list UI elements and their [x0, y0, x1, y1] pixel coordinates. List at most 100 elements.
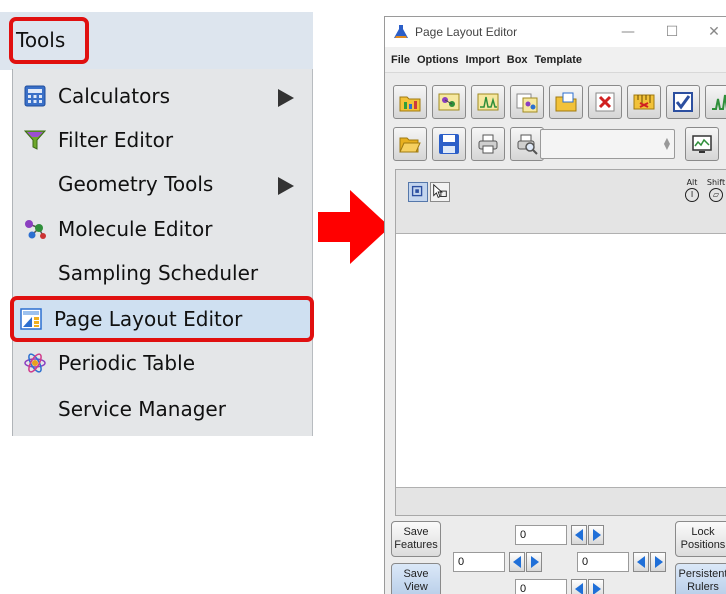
- offset-left-field[interactable]: 0: [453, 552, 505, 572]
- app-flask-icon: [394, 25, 408, 38]
- page-drawing-area[interactable]: [396, 233, 726, 488]
- toolbar-delete-box-button[interactable]: [588, 85, 622, 119]
- toolbar-preview-button[interactable]: [685, 127, 719, 161]
- pointer-icon: [433, 183, 447, 199]
- ruler-icon: [633, 94, 655, 110]
- persistent-rulers-button[interactable]: Persistent Rulers: [675, 563, 726, 594]
- offset-left-stepper[interactable]: [509, 552, 543, 572]
- pointer-mode-button[interactable]: [430, 182, 450, 202]
- menu-item-label: Page Layout Editor: [54, 307, 243, 331]
- right-arrow-icon[interactable]: [526, 552, 542, 572]
- zoom-select[interactable]: ▲ ▼: [540, 129, 675, 159]
- lock-positions-button[interactable]: Lock Positions: [675, 521, 726, 557]
- lock-positions-label: Lock Positions: [680, 526, 726, 551]
- menu-item-page-layout-editor[interactable]: Page Layout Editor: [10, 296, 314, 342]
- right-arrow-icon[interactable]: [650, 552, 666, 572]
- toolbar-open-template-button[interactable]: [393, 85, 427, 119]
- monitor-icon: [692, 135, 712, 153]
- menu-item-label: Calculators: [58, 84, 170, 108]
- menu-item-periodic-table[interactable]: Periodic Table: [14, 341, 310, 385]
- menu-file[interactable]: File: [385, 47, 412, 73]
- left-arrow-icon[interactable]: [633, 552, 649, 572]
- offset-bottom-stepper[interactable]: [571, 579, 605, 594]
- menu-item-label: Geometry Tools: [58, 172, 214, 196]
- menu-import[interactable]: Import: [461, 47, 502, 73]
- alt-key-indicator: Alt I: [681, 178, 703, 202]
- shift-key-label: Shift: [706, 178, 726, 187]
- peaks-icon: [712, 94, 726, 110]
- menu-item-sampling-scheduler[interactable]: Sampling Scheduler: [14, 251, 310, 295]
- menu-box[interactable]: Box: [502, 47, 530, 73]
- calculator-icon: [24, 85, 46, 107]
- save-view-label: Save View: [403, 568, 429, 593]
- submenu-arrow-icon: [278, 177, 294, 195]
- toolbar-ruler-button[interactable]: [627, 85, 661, 119]
- offset-top-field[interactable]: 0: [515, 525, 567, 545]
- toolbar-structure-box-button[interactable]: [510, 85, 544, 119]
- toolbar-spectrum-box-button[interactable]: [471, 85, 505, 119]
- structure-box-icon: [516, 93, 538, 113]
- toolbar-open-button[interactable]: [393, 127, 427, 161]
- offset-bottom-field[interactable]: 0: [515, 579, 567, 594]
- menu-item-label: Service Manager: [58, 397, 226, 421]
- spectrum-box-icon: [477, 93, 499, 111]
- window-titlebar: Page Layout Editor — ☐ ✕: [385, 17, 726, 47]
- persistent-rulers-label: Persistent Rulers: [678, 568, 726, 593]
- filter-icon: [24, 130, 46, 150]
- menu-item-service-manager[interactable]: Service Manager: [14, 387, 310, 431]
- select-mode-button[interactable]: [408, 182, 428, 202]
- toolbar-import-box-button[interactable]: [549, 85, 583, 119]
- maximize-button[interactable]: ☐: [657, 17, 687, 47]
- offset-right-field[interactable]: 0: [577, 552, 629, 572]
- menu-template[interactable]: Template: [530, 47, 584, 73]
- toolbar-print-preview-button[interactable]: [510, 127, 544, 161]
- menu-item-geometry-tools[interactable]: Geometry Tools: [14, 162, 310, 206]
- save-view-button[interactable]: Save View: [391, 563, 441, 594]
- right-arrow-icon[interactable]: [588, 579, 604, 594]
- menu-item-calculators[interactable]: Calculators: [14, 74, 310, 118]
- toolbar-peaks-button[interactable]: [705, 85, 726, 119]
- menu-item-molecule-editor[interactable]: Molecule Editor: [14, 207, 310, 251]
- toolbar-print-button[interactable]: [471, 127, 505, 161]
- delete-icon: [595, 92, 615, 112]
- save-features-label: Save Features: [394, 526, 438, 551]
- select-box-icon: [411, 185, 423, 197]
- offset-top-stepper[interactable]: [571, 525, 605, 545]
- import-folder-icon: [555, 92, 577, 112]
- menu-item-label: Filter Editor: [58, 128, 174, 152]
- tools-menu-title[interactable]: Tools: [9, 17, 89, 64]
- menu-options[interactable]: Options: [412, 47, 461, 73]
- alt-key-label: Alt: [686, 178, 698, 187]
- menu-item-label: Periodic Table: [58, 351, 195, 375]
- toolbar-save-button[interactable]: [432, 127, 466, 161]
- right-arrow-icon[interactable]: [588, 525, 604, 545]
- menu-item-label: Molecule Editor: [58, 217, 213, 241]
- save-icon: [439, 134, 459, 154]
- layout-canvas-panel: Alt I Shift ⏥: [395, 169, 726, 516]
- submenu-arrow-icon: [278, 89, 294, 107]
- menu-item-filter-editor[interactable]: Filter Editor: [14, 118, 310, 162]
- spinner-icon: ▲ ▼: [663, 136, 670, 151]
- window-menubar: File Options Import Box Template: [385, 47, 726, 73]
- toolbar-molecule-box-button[interactable]: [432, 85, 466, 119]
- molecule-box-icon: [438, 93, 460, 111]
- checkbox-icon: [673, 92, 693, 112]
- left-arrow-icon[interactable]: [571, 525, 587, 545]
- left-arrow-icon[interactable]: [571, 579, 587, 594]
- printer-icon: [478, 134, 498, 154]
- save-features-button[interactable]: Save Features: [391, 521, 441, 557]
- offset-right-stepper[interactable]: [633, 552, 667, 572]
- menu-item-label: Sampling Scheduler: [58, 261, 259, 285]
- left-arrow-icon[interactable]: [509, 552, 525, 572]
- toolbar-checkbox-button[interactable]: [666, 85, 700, 119]
- open-folder-icon: [399, 137, 421, 153]
- page-layout-icon: [20, 308, 42, 330]
- molecule-icon: [25, 220, 46, 239]
- print-preview-icon: [517, 134, 538, 155]
- atom-icon: [24, 353, 46, 373]
- red-arrow-icon: [318, 190, 390, 264]
- minimize-button[interactable]: —: [613, 17, 643, 47]
- window-title: Page Layout Editor: [415, 25, 518, 39]
- alt-key-icon: I: [685, 188, 699, 202]
- close-button[interactable]: ✕: [699, 17, 726, 47]
